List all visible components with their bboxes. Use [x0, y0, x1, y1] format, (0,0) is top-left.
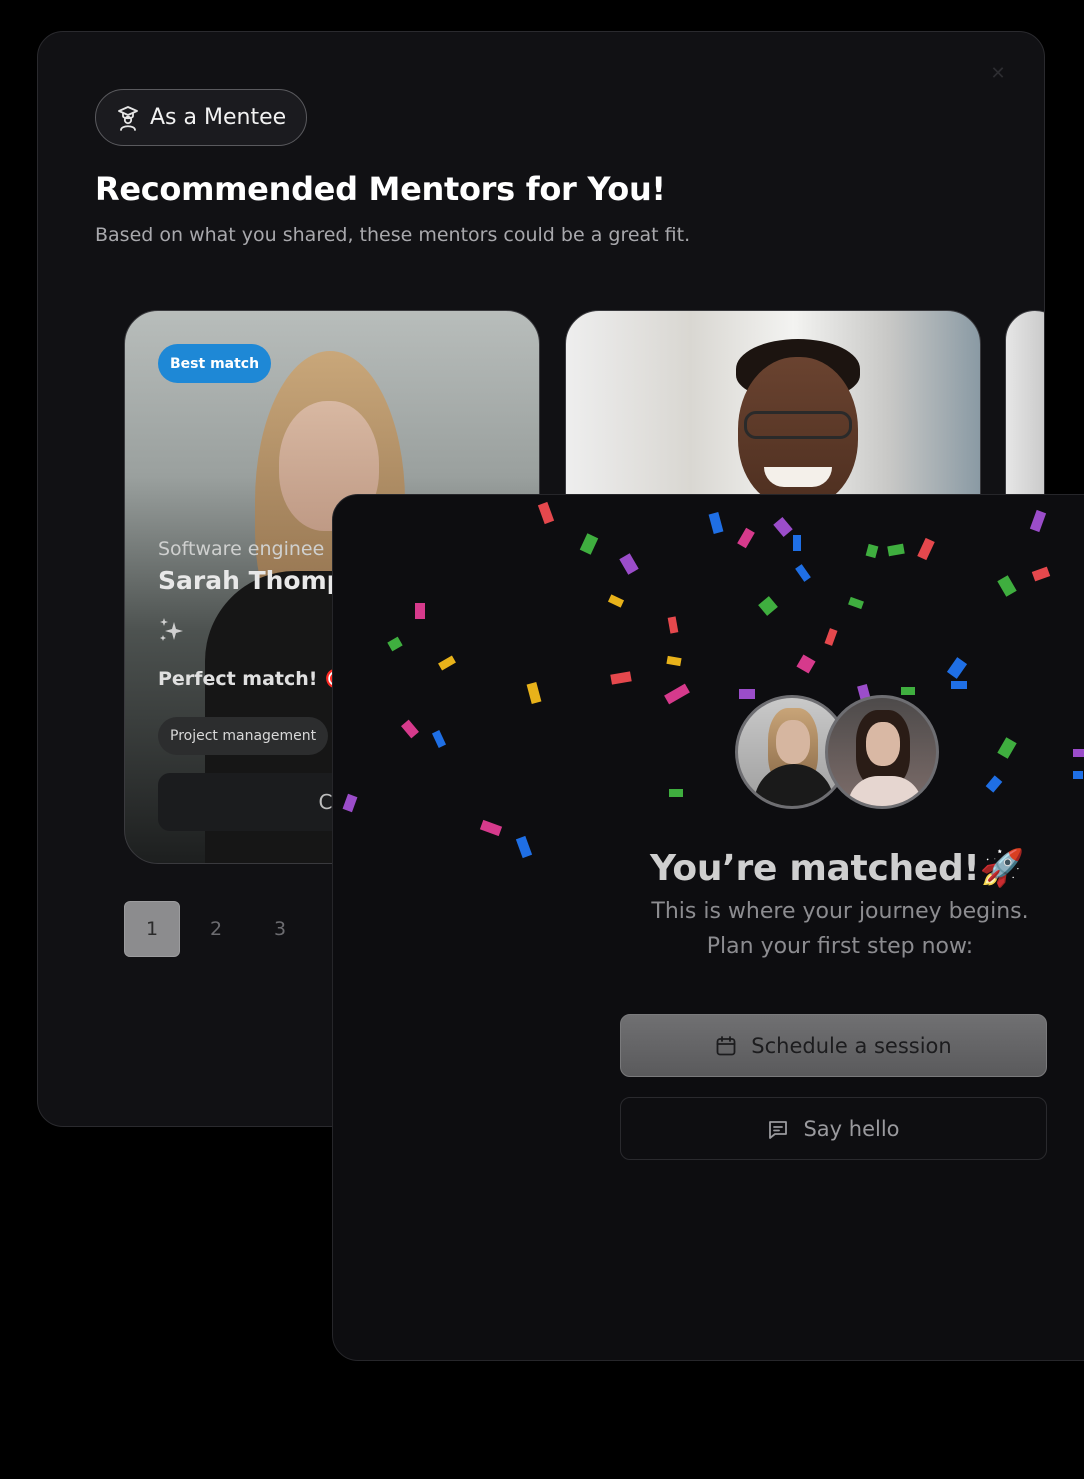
- role-pill-label: As a Mentee: [150, 105, 287, 130]
- mentee-graduate-icon: [118, 105, 138, 131]
- close-icon[interactable]: ✕: [990, 65, 1006, 83]
- match-title: You’re matched!🚀: [649, 848, 1025, 889]
- match-label: Perfect match! 🎯: [158, 668, 348, 690]
- role-pill[interactable]: As a Mentee: [95, 89, 308, 146]
- schedule-session-label: Schedule a session: [751, 1033, 952, 1058]
- pagination: 1 2 3: [124, 901, 308, 957]
- say-hello-label: Say hello: [803, 1116, 900, 1141]
- calendar-icon: [716, 1035, 736, 1055]
- confetti-decoration: [342, 501, 1084, 859]
- schedule-session-button[interactable]: Schedule a session: [620, 1014, 1047, 1077]
- page-subtitle: Based on what you shared, these mentors …: [95, 224, 691, 246]
- mentor-name: Sarah Thomp: [158, 566, 345, 595]
- page-title: Recommended Mentors for You!: [95, 170, 666, 208]
- match-line-2: Plan your first step now:: [706, 934, 974, 959]
- match-message: This is where your journey begins.: [603, 899, 1077, 924]
- page-button[interactable]: 3: [252, 901, 308, 957]
- match-modal: You’re matched!🚀 This is where your jour…: [332, 494, 1084, 1361]
- match-message-2: Plan your first step now:: [603, 934, 1077, 959]
- page-button[interactable]: 1: [124, 901, 180, 957]
- mentee-avatar: [825, 695, 939, 809]
- match-line-1: This is where your journey begins.: [651, 899, 1029, 924]
- best-match-badge: Best match: [158, 344, 272, 383]
- matched-avatars: [735, 695, 945, 813]
- mentor-role: Software enginee: [158, 538, 325, 560]
- page-button[interactable]: 2: [188, 901, 244, 957]
- skill-tag: Project management: [158, 717, 329, 755]
- chat-icon: [769, 1120, 788, 1139]
- sparkle-icon: [160, 618, 183, 641]
- say-hello-button[interactable]: Say hello: [620, 1097, 1047, 1160]
